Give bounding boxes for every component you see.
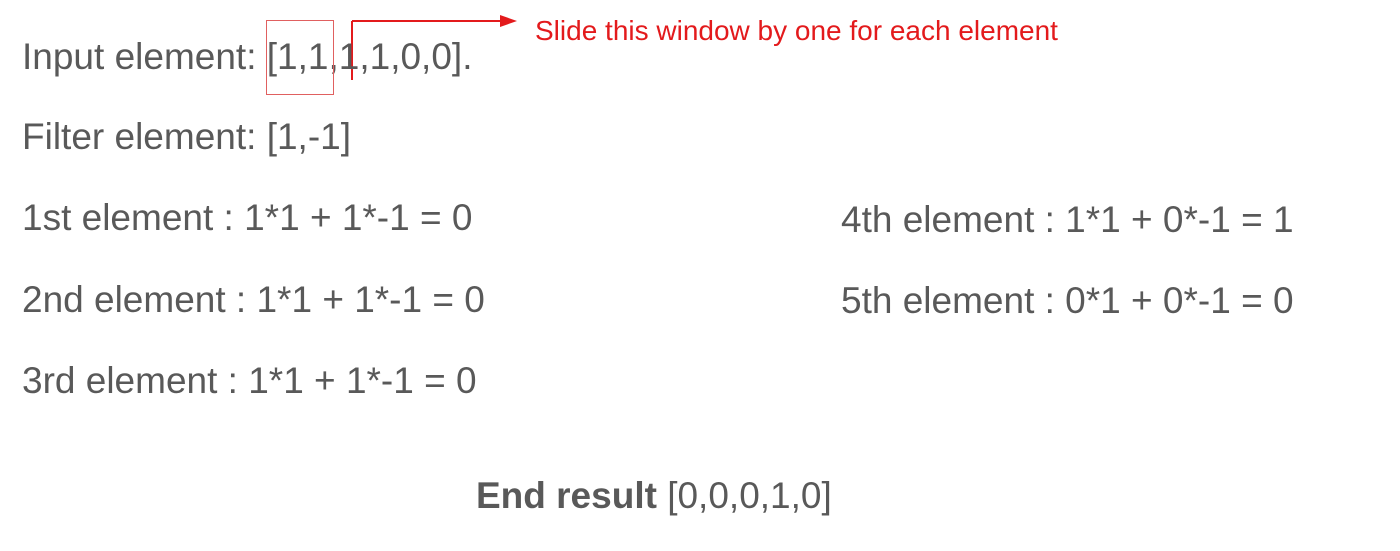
calculation-4th-element: 4th element : 1*1 + 0*-1 = 1 [841,199,1294,240]
arrow-head-icon [500,15,517,27]
input-window-values: [1,1 [266,36,329,77]
calculation-3rd-element: 3rd element : 1*1 + 1*-1 = 0 [22,360,477,401]
window-slide-arrow [351,15,517,80]
end-result-label: End result [476,475,657,516]
calculation-5th-element: 5th element : 0*1 + 0*-1 = 0 [841,280,1294,321]
calculation-2nd-element: 2nd element : 1*1 + 1*-1 = 0 [22,279,485,320]
input-label: Input element: [22,36,267,77]
end-result-value: [0,0,0,1,0] [656,475,832,516]
end-result-line: End result [0,0,0,1,0] [476,477,832,514]
filter-element-line: Filter element: [1,-1] [22,116,352,157]
input-element-line: Input element: [1,1,1,1,0,0]. [22,20,473,95]
calculation-1st-element: 1st element : 1*1 + 1*-1 = 0 [22,197,473,238]
slide-window-annotation: Slide this window by one for each elemen… [535,15,1058,46]
input-remaining-values: ,1,1,0,0]. [328,36,473,77]
filter-window-box: [1,1 [265,20,334,95]
